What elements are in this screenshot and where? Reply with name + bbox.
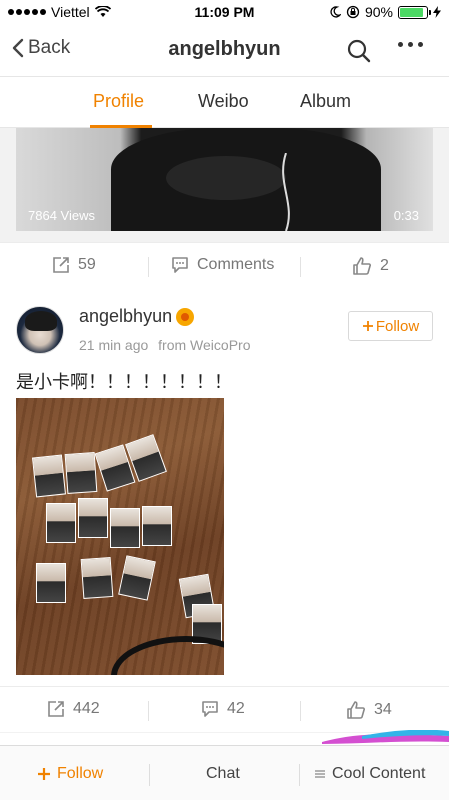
repost-icon (48, 701, 64, 717)
plus-icon (362, 321, 373, 331)
moon-icon (330, 6, 341, 18)
comment-icon (172, 257, 188, 273)
chat-button[interactable]: Chat (206, 765, 240, 783)
like-button[interactable]: 2 (352, 256, 389, 276)
post-time: 21 min ago (79, 337, 149, 353)
tab-weibo[interactable]: Weibo (198, 91, 249, 112)
plus-icon (38, 768, 50, 780)
rotation-lock-icon (346, 5, 360, 19)
back-label: Back (28, 37, 71, 58)
search-icon (347, 39, 371, 63)
menu-icon (315, 770, 325, 778)
photocard (142, 506, 172, 546)
thumbs-up-icon (347, 701, 365, 719)
comment-count: 42 (227, 700, 245, 717)
status-bar: Viettel 11:09 PM 90% (0, 0, 449, 24)
post-text: 是小卡啊！！！！！！！！ (16, 372, 232, 393)
post-meta: 21 min ago from WeicoPro (79, 337, 257, 353)
profile-tabs: Profile Weibo Album (0, 76, 449, 128)
photocard (46, 503, 76, 543)
like-count: 34 (374, 701, 392, 718)
back-button[interactable]: Back (12, 37, 70, 59)
like-button[interactable]: 34 (346, 700, 392, 720)
chevron-left-icon (12, 38, 24, 58)
like-count: 2 (380, 257, 389, 274)
post-actions: 442 42 34 (0, 686, 449, 732)
more-options-button[interactable] (398, 42, 423, 47)
follow-button[interactable]: Follow (348, 311, 433, 341)
comment-icon (202, 701, 218, 717)
earphone-cable (282, 153, 290, 231)
repost-count: 59 (78, 256, 96, 273)
search-button[interactable] (346, 38, 372, 69)
photocard (36, 563, 66, 603)
comments-button[interactable]: Comments (171, 256, 274, 274)
post-source: from WeicoPro (158, 337, 251, 353)
weibo-post: angelbhyun 21 min ago from WeicoPro Foll… (0, 287, 449, 689)
post-username-row: angelbhyun (79, 306, 195, 327)
video-thumbnail[interactable]: 7864 Views 0:33 (16, 128, 433, 231)
post-username[interactable]: angelbhyun (79, 306, 172, 327)
bottom-follow-label: Follow (57, 765, 104, 782)
bottom-follow-button[interactable]: Follow (37, 765, 103, 783)
divider (299, 764, 300, 786)
cool-content-button[interactable]: Cool Content (314, 765, 425, 783)
tab-profile[interactable]: Profile (93, 91, 144, 112)
photocard (78, 498, 108, 538)
follow-label: Follow (375, 317, 420, 335)
more-icon (398, 42, 403, 47)
comments-label: Comments (197, 256, 275, 273)
divider (148, 701, 149, 721)
repost-button[interactable]: 59 (52, 256, 96, 274)
member-badge-icon (176, 307, 195, 326)
divider (300, 257, 301, 277)
video-duration: 0:33 (393, 208, 419, 223)
post-photo[interactable] (16, 398, 224, 675)
video-views: 7864 Views (28, 208, 95, 223)
repost-icon (53, 257, 69, 273)
status-right: 90% (329, 4, 441, 20)
repost-button[interactable]: 442 (47, 700, 100, 718)
video-post-actions: 59 Comments 2 (0, 242, 449, 288)
nav-bar: Back angelbhyun (0, 24, 449, 76)
divider (300, 701, 301, 721)
divider (149, 764, 150, 786)
charging-icon (433, 6, 441, 18)
cool-content-label: Cool Content (332, 765, 426, 782)
thumbs-up-icon (353, 257, 371, 275)
photocard (31, 454, 67, 498)
comments-button[interactable]: 42 (201, 700, 245, 718)
tab-album[interactable]: Album (300, 91, 351, 112)
repost-count: 442 (73, 700, 100, 717)
photocard (110, 508, 140, 548)
bottom-action-bar: Follow Chat Cool Content (0, 745, 449, 800)
photocard (64, 452, 98, 494)
avatar[interactable] (16, 306, 64, 354)
photocard (80, 557, 114, 599)
battery-icon (398, 5, 431, 19)
chat-label: Chat (206, 765, 240, 782)
divider (148, 257, 149, 277)
battery-percent: 90% (364, 4, 393, 20)
